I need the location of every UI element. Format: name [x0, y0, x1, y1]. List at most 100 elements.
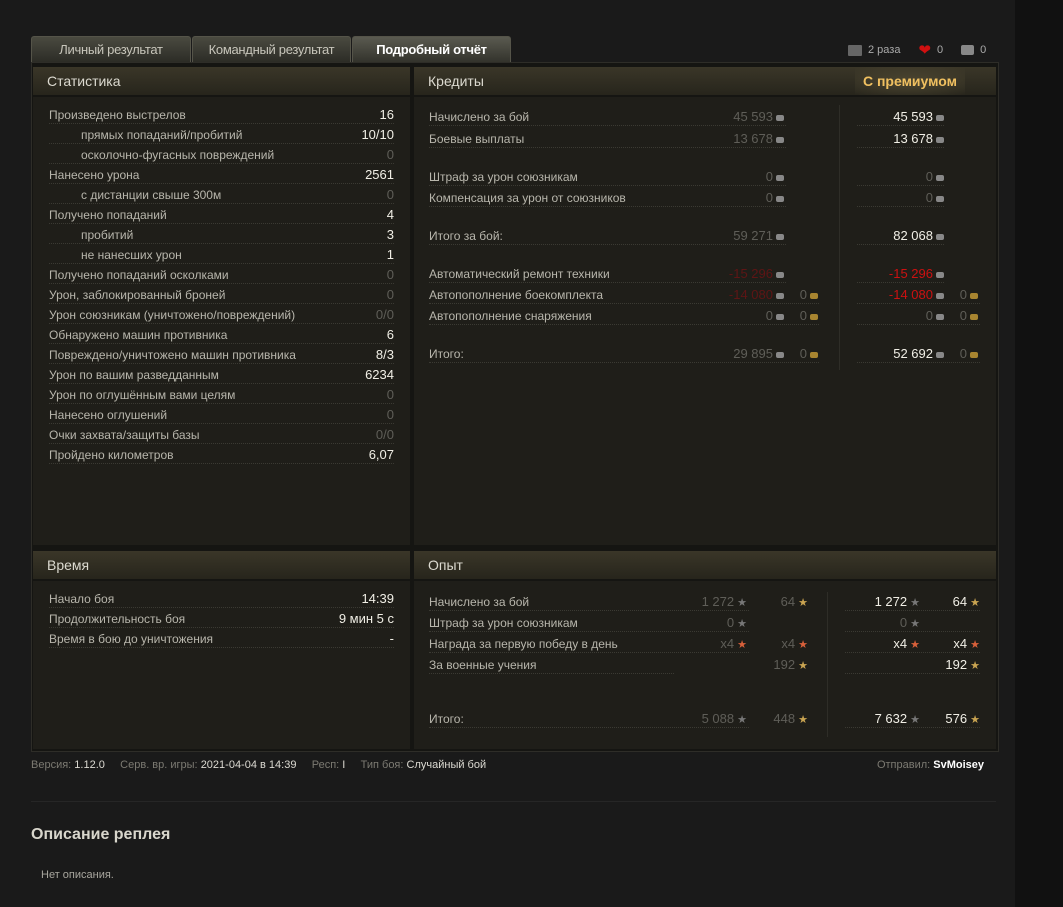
exp-premium-value: x4 ★ [893, 636, 920, 651]
credits-icon [936, 136, 944, 143]
bonus-star-icon: ★ [798, 639, 808, 651]
stat-value: 0 [386, 407, 394, 422]
stat-value: 2561 [365, 167, 394, 182]
stat-label: Пройдено километров [49, 448, 174, 462]
divider [31, 801, 996, 802]
free-xp-star-icon: ★ [970, 714, 980, 726]
sender-link[interactable]: SvMoisey [933, 759, 984, 771]
credit-label: Начислено за бой [429, 110, 530, 124]
credits-icon [936, 271, 944, 278]
free-xp-star-icon: ★ [970, 660, 980, 672]
gold-premium-value: 0 [940, 345, 978, 363]
stat-value: 0 [386, 187, 394, 202]
time-value: 9 мин 5 с [338, 611, 394, 626]
xp-star-icon: ★ [737, 618, 747, 630]
credit-label: Автопополнение боекомплекта [429, 288, 603, 302]
battle-type-value: Случайный бой [406, 759, 487, 771]
free-xp-star-icon: ★ [798, 597, 808, 609]
stat-label: прямых попаданий/пробитий [81, 128, 243, 142]
free-exp-base-value: 448 ★ [773, 711, 808, 726]
credit-base-value: -14 080 [680, 286, 784, 304]
free-exp-premium-value: 64 ★ [952, 594, 980, 609]
credits-icon [936, 174, 944, 181]
xp-star-icon: ★ [910, 714, 920, 726]
gold-icon [970, 292, 978, 299]
tab-team-result[interactable]: Командный результат [192, 36, 351, 62]
credit-premium-value: -15 296 [830, 265, 944, 283]
credits-title: Кредиты [428, 73, 484, 89]
free-xp-star-icon: ★ [798, 714, 808, 726]
exp-base-value: 1 272 ★ [701, 594, 747, 609]
server-time-value: 2021-04-04 в 14:39 [200, 759, 297, 771]
credit-label: Компенсация за урон от союзников [429, 191, 626, 205]
stat-label: Нанесено урона [49, 168, 140, 182]
stat-label: Повреждено/уничтожено машин противника [49, 348, 296, 362]
comments-count: 0 [980, 44, 987, 56]
stat-value: 6,07 [368, 447, 394, 462]
credits-icon [776, 136, 784, 143]
credit-premium-value: 0 [830, 168, 944, 186]
stat-label: Урон по оглушённым вами целям [49, 388, 236, 402]
gold-icon [970, 313, 978, 320]
credit-premium-value: 0 [830, 307, 944, 325]
exp-base-value: 5 088 ★ [701, 711, 747, 726]
version-label: Версия: [31, 759, 72, 771]
stat-label: Обнаружено машин противника [49, 328, 228, 342]
stat-value: 0/0 [375, 427, 394, 442]
page-edge [1015, 0, 1063, 907]
stat-value: 4 [386, 207, 394, 222]
credits-icon [776, 174, 784, 181]
likes-count: 0 [937, 44, 944, 56]
stat-value: 16 [379, 107, 394, 122]
exp-premium-value: 7 632 ★ [874, 711, 920, 726]
credits-icon [776, 114, 784, 121]
gold-icon [810, 351, 818, 358]
stat-label: не нанесших урон [81, 248, 182, 262]
xp-star-icon: ★ [910, 597, 920, 609]
credit-premium-value: 82 068 [830, 227, 944, 245]
stat-value: 0 [386, 287, 394, 302]
stat-label: Нанесено оглушений [49, 408, 168, 422]
free-xp-star-icon: ★ [970, 597, 980, 609]
credit-base-value: 0 [680, 189, 784, 207]
version-value: 1.12.0 [74, 759, 105, 771]
description-title: Описание реплея [31, 826, 171, 843]
exp-label: За военные учения [429, 658, 537, 672]
time-header: Время [33, 551, 410, 579]
credit-premium-value: 45 593 [830, 108, 944, 126]
credit-premium-value: 0 [830, 189, 944, 207]
credit-premium-value: -14 080 [830, 286, 944, 304]
heart-icon[interactable]: ❤ [918, 41, 931, 59]
credit-base-value: 59 271 [680, 227, 784, 245]
credit-base-value: 45 593 [680, 108, 784, 126]
sender: Отправил: SvMoisey [877, 759, 984, 771]
credit-label: Автоматический ремонт техники [429, 267, 610, 281]
xp-star-icon: ★ [737, 714, 747, 726]
time-label: Время в бою до уничтожения [49, 632, 214, 646]
exp-base-value: x4 ★ [720, 636, 747, 651]
comment-icon[interactable] [961, 45, 975, 55]
credits-icon [936, 114, 944, 121]
free-exp-base-value: 64 ★ [780, 594, 808, 609]
credit-label: Штраф за урон союзникам [429, 170, 578, 184]
credit-base-value: 0 [680, 168, 784, 186]
stat-value: 0 [386, 387, 394, 402]
stat-value: 8/3 [375, 347, 394, 362]
bonus-star-icon: ★ [737, 639, 747, 651]
stat-label: Получено попаданий [49, 208, 167, 222]
description-text: Нет описания. [41, 869, 114, 881]
tab-detailed-report[interactable]: Подробный отчёт [352, 36, 511, 62]
gold-base-value: 0 [780, 286, 818, 304]
download-folder-icon [848, 44, 862, 56]
credit-premium-value: 13 678 [830, 130, 944, 148]
credits-icon [936, 233, 944, 240]
exp-base-value: 0 ★ [726, 615, 747, 630]
tab-personal-result[interactable]: Личный результат [31, 36, 191, 62]
credits-icon [776, 233, 784, 240]
gold-base-value: 0 [780, 307, 818, 325]
downloads-count: 2 раза [868, 44, 901, 56]
gold-premium-value: 0 [940, 286, 978, 304]
gold-premium-value: 0 [940, 307, 978, 325]
exp-premium-value: 0 ★ [899, 615, 920, 630]
gold-icon [970, 351, 978, 358]
